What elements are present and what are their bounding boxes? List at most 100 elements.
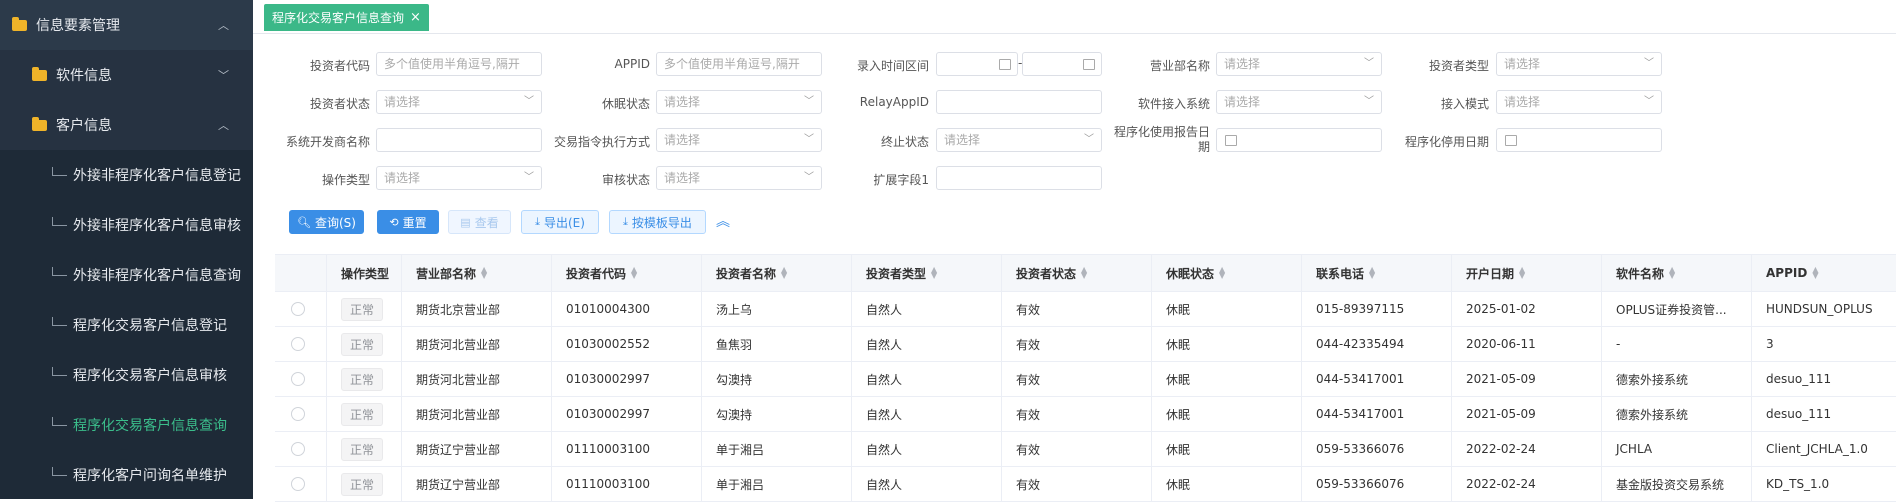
audit-status-select[interactable]: 请选择 ﹀ xyxy=(656,166,822,190)
table-header-cell[interactable]: 投资者代码 ▲ ▼ xyxy=(552,255,702,291)
sort-icon[interactable]: ▲ ▼ xyxy=(1081,266,1087,280)
sidebar-item-ext-audit[interactable]: 外接非程序化客户信息审核 xyxy=(0,200,253,250)
row-radio[interactable] xyxy=(291,302,305,316)
export-button[interactable]: ⤓ 导出(E) xyxy=(521,210,599,234)
appid-input[interactable]: 多个值使用半角逗号,隔开 xyxy=(656,52,822,76)
branch-select[interactable]: 请选择 ﹀ xyxy=(1216,52,1382,76)
row-radio[interactable] xyxy=(291,442,305,456)
header-label: 联系电话 xyxy=(1316,266,1365,281)
table-header-cell[interactable]: 休眠状态 ▲ ▼ xyxy=(1152,255,1302,291)
investor-code-input[interactable]: 多个值使用半角逗号,隔开 xyxy=(376,52,542,76)
sort-icon[interactable]: ▲ ▼ xyxy=(1219,266,1225,280)
table-header-cell[interactable]: 软件名称 ▲ ▼ xyxy=(1602,255,1752,291)
ext1-input[interactable] xyxy=(936,166,1102,190)
row-radio[interactable] xyxy=(291,372,305,386)
label-report-date-line1: 程序化使用报告日 xyxy=(1113,125,1210,139)
table-cell: 自然人 xyxy=(852,432,1002,466)
tab-label: 程序化交易客户信息查询 xyxy=(272,11,405,25)
cell-text: 休眠 xyxy=(1166,407,1191,422)
template-export-button[interactable]: ⤓ 按模板导出 xyxy=(609,210,706,234)
table-header-cell[interactable]: 营业部名称 ▲ ▼ xyxy=(402,255,552,291)
table-cell: 单于湘吕 xyxy=(702,432,852,466)
sort-icon[interactable]: ▲ ▼ xyxy=(931,266,937,280)
calendar-icon xyxy=(1225,135,1237,146)
sort-icon[interactable]: ▲ ▼ xyxy=(1669,266,1675,280)
table-row[interactable]: 正常 期货北京营业部 01010004300 汤上乌 自然人 有效 休眠 015-893971… xyxy=(275,292,1896,327)
table-header-cell[interactable]: 投资者状态 ▲ ▼ xyxy=(1002,255,1152,291)
label-report-date: 程序化使用报告日期 xyxy=(1080,125,1210,155)
header-label: 投资者类型 xyxy=(866,266,927,281)
table-cell: 01110003100 xyxy=(552,432,702,466)
access-mode-select-value: 请选择 xyxy=(1504,95,1541,109)
stop-status-select[interactable]: 请选择 ﹀ xyxy=(936,128,1102,152)
sidebar-item-prog-query[interactable]: 程序化交易客户信息查询 xyxy=(0,400,253,450)
op-type-select-value: 请选择 xyxy=(384,171,421,185)
table-row[interactable]: 正常 期货辽宁营业部 01110003100 单于湘吕 自然人 有效 休眠 059-53366… xyxy=(275,432,1896,467)
label-audit-status: 审核状态 xyxy=(601,173,650,187)
row-radio[interactable] xyxy=(291,477,305,491)
cell-text: 自然人 xyxy=(866,337,903,352)
dormant-status-select[interactable]: 请选择 ﹀ xyxy=(656,90,822,114)
cell-text: desuo_111 xyxy=(1766,372,1832,386)
sidebar-item-ext-register[interactable]: 外接非程序化客户信息登记 xyxy=(0,150,253,200)
reset-button[interactable]: ⟲ 重置 xyxy=(377,210,439,234)
table-row[interactable]: 正常 期货辽宁营业部 01110003100 单于湘吕 自然人 有效 休眠 059-53366… xyxy=(275,467,1896,502)
table-row[interactable]: 正常 期货河北营业部 01030002997 勾澳持 自然人 有效 休眠 044-534170… xyxy=(275,397,1896,432)
sidebar-group-software[interactable]: 软件信息 ﹀ xyxy=(0,50,253,100)
tab-prog-query[interactable]: 程序化交易客户信息查询 × xyxy=(264,4,429,31)
sidebar-group-info-elements[interactable]: 信息要素管理 ︿ xyxy=(0,0,253,50)
investor-type-select[interactable]: 请选择 ﹀ xyxy=(1496,52,1662,76)
cell-text: 01110003100 xyxy=(566,477,650,491)
cell-text: 休眠 xyxy=(1166,302,1191,317)
sort-icon[interactable]: ▲ ▼ xyxy=(1812,266,1818,280)
stop-date-input[interactable] xyxy=(1496,128,1662,152)
cell-text: 2022-02-24 xyxy=(1466,477,1536,491)
sidebar-item-label: 程序化交易客户信息登记 xyxy=(73,318,227,334)
row-radio[interactable] xyxy=(291,407,305,421)
table-row[interactable]: 正常 期货河北营业部 01030002552 鱼焦羽 自然人 有效 休眠 044-423354… xyxy=(275,327,1896,362)
collapse-icon[interactable]: ︽ xyxy=(716,211,730,231)
op-type-select[interactable]: 请选择 ﹀ xyxy=(376,166,542,190)
table-header-cell[interactable]: 联系电话 ▲ ▼ xyxy=(1302,255,1452,291)
software-system-select[interactable]: 请选择 ﹀ xyxy=(1216,90,1382,114)
cell-text: 自然人 xyxy=(866,302,903,317)
investor-status-select[interactable]: 请选择 ﹀ xyxy=(376,90,542,114)
chevron-up-icon: ︿ xyxy=(218,19,229,32)
table-cell: 01030002997 xyxy=(552,362,702,396)
sidebar-item-ext-query[interactable]: 外接非程序化客户信息查询 xyxy=(0,250,253,300)
access-mode-select[interactable]: 请选择 ﹀ xyxy=(1496,90,1662,114)
sort-icon[interactable]: ▲ ▼ xyxy=(781,266,787,280)
table-header-cell[interactable]: 投资者名称 ▲ ▼ xyxy=(702,255,852,291)
table-header-cell[interactable]: APPID ▲ ▼ xyxy=(1752,255,1896,291)
sort-icon[interactable]: ▲ ▼ xyxy=(1519,266,1525,280)
label-entry-time: 录入时间区间 xyxy=(856,59,929,73)
reset-button-label: 重置 xyxy=(402,215,427,230)
row-radio[interactable] xyxy=(291,337,305,351)
view-button[interactable]: ▤ 查看 xyxy=(448,210,511,234)
sidebar-group-customer[interactable]: 客户信息 ︿ xyxy=(0,100,253,150)
sidebar-item-prog-audit[interactable]: 程序化交易客户信息审核 xyxy=(0,350,253,400)
table-header-cell[interactable]: 开户日期 ▲ ▼ xyxy=(1452,255,1602,291)
sidebar-item-prog-register[interactable]: 程序化交易客户信息登记 xyxy=(0,300,253,350)
sidebar-item-prog-inquiry-list[interactable]: 程序化客户问询名单维护 xyxy=(0,450,253,500)
sort-icon[interactable]: ▲ ▼ xyxy=(1369,266,1375,280)
label-access-mode: 接入模式 xyxy=(1440,97,1489,111)
cell-text: 059-53366076 xyxy=(1316,442,1405,456)
exec-mode-select[interactable]: 请选择 ﹀ xyxy=(656,128,822,152)
report-date-input[interactable] xyxy=(1216,128,1382,152)
cell-text: 期货河北营业部 xyxy=(416,407,501,422)
table-cell: 自然人 xyxy=(852,397,1002,431)
table-header-select xyxy=(275,255,327,291)
close-icon[interactable]: × xyxy=(410,10,421,25)
entry-time-start-input[interactable] xyxy=(936,52,1018,76)
table-row[interactable]: 正常 期货河北营业部 01030002997 勾澳持 自然人 有效 休眠 044-534170… xyxy=(275,362,1896,397)
cell-text: 044-53417001 xyxy=(1316,372,1405,386)
table-cell: 休眠 xyxy=(1152,327,1302,361)
table-header-cell[interactable]: 投资者类型 ▲ ▼ xyxy=(852,255,1002,291)
query-button[interactable]: 🔍︎ 查询(S) xyxy=(289,210,364,234)
sort-icon[interactable]: ▲ ▼ xyxy=(631,266,637,280)
developer-input[interactable] xyxy=(376,128,542,152)
sort-icon[interactable]: ▲ ▼ xyxy=(481,266,487,280)
relay-appid-input[interactable] xyxy=(936,90,1102,114)
tree-line-icon xyxy=(52,316,67,326)
